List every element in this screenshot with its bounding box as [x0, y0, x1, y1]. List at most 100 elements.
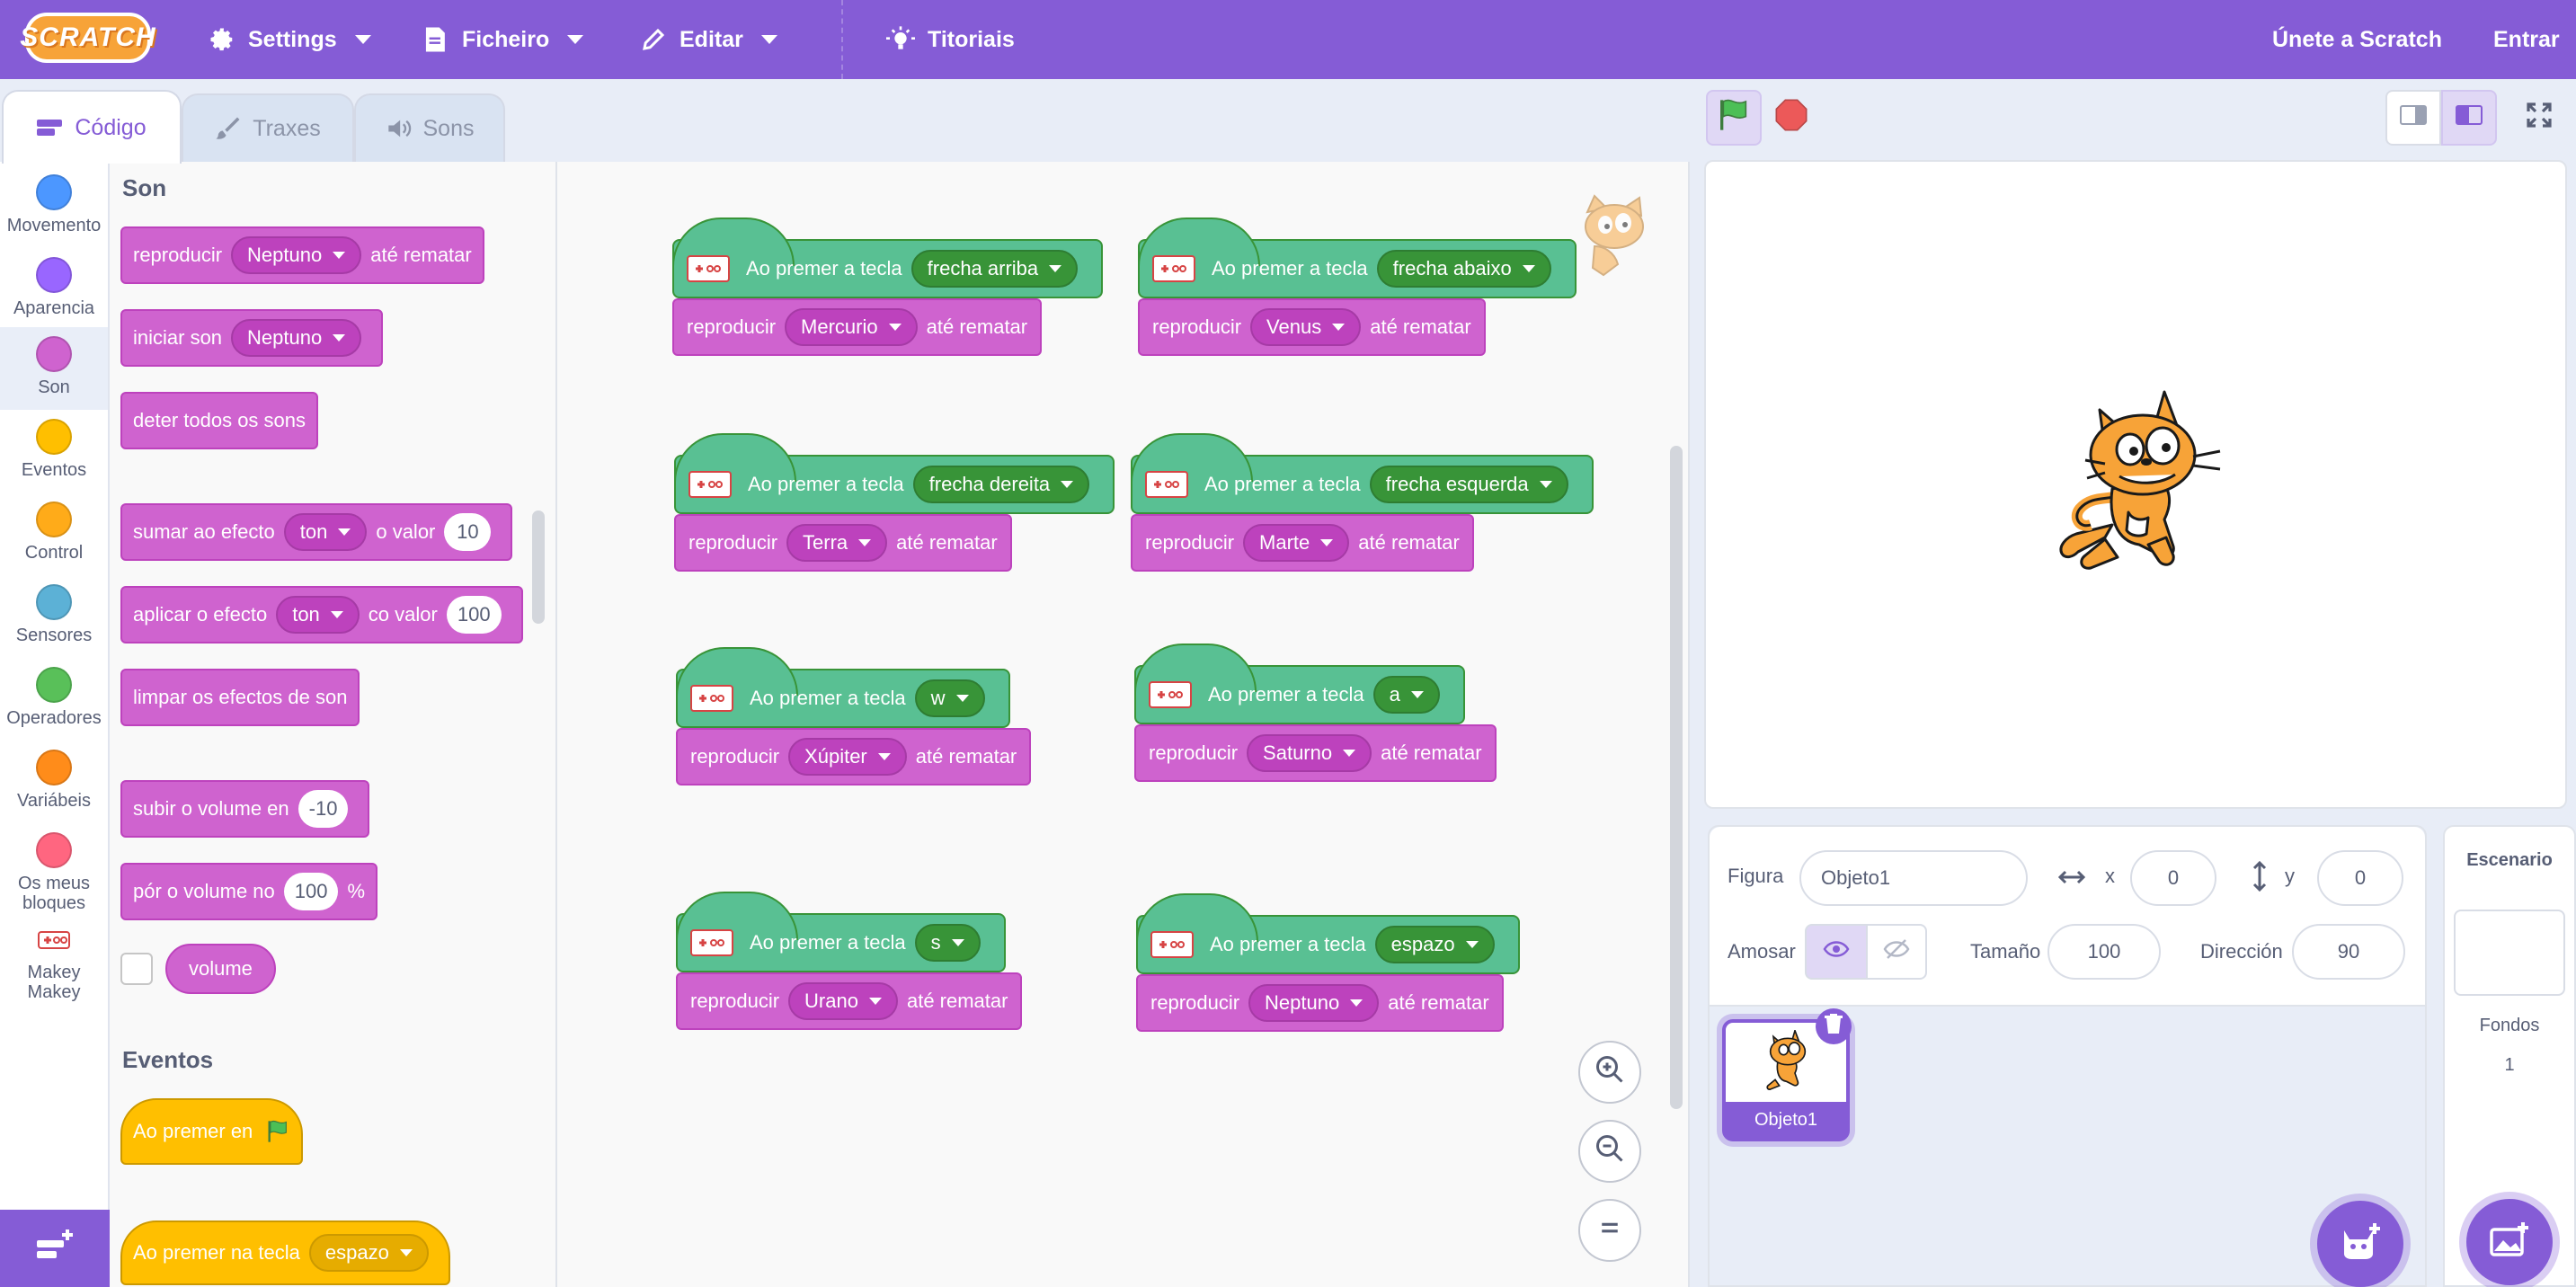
settings-menu[interactable]: Settings	[209, 0, 371, 79]
category-makey-makey[interactable]: Makey Makey	[0, 922, 108, 1012]
sound-dropdown[interactable]: Venus	[1250, 308, 1362, 346]
palette-scrollbar[interactable]	[532, 510, 545, 624]
file-menu[interactable]: Ficheiro	[422, 0, 584, 79]
play-until-done-block[interactable]: reproducir Xúpiter até rematar	[676, 728, 1032, 786]
zoom-out-button[interactable]	[1578, 1120, 1641, 1183]
backdrop-thumbnail[interactable]	[2454, 910, 2565, 996]
tab-code[interactable]: Código	[2, 90, 182, 164]
effect-dropdown[interactable]: ton	[283, 513, 368, 551]
scratch-logo[interactable]: SCRATCH	[20, 13, 155, 63]
sound-dropdown[interactable]: Neptuno	[1248, 984, 1380, 1022]
block-volume-reporter[interactable]: volume	[165, 944, 276, 994]
delete-sprite-button[interactable]	[1816, 1008, 1852, 1044]
when-key-pressed-hat[interactable]: Ao premer a tecla frecha esquerda	[1131, 433, 1594, 514]
category-events[interactable]: Eventos	[0, 410, 108, 493]
block-set-volume[interactable]: pór o volume no 100 %	[120, 863, 378, 920]
when-key-pressed-hat[interactable]: Ao premer a tecla frecha abaixo	[1138, 217, 1577, 298]
edit-menu[interactable]: Editar	[640, 0, 777, 79]
block-text: reproducir	[1149, 741, 1239, 764]
category-variables[interactable]: Variábeis	[0, 741, 108, 823]
key-dropdown[interactable]: a	[1372, 676, 1440, 714]
direction-input[interactable]: 90	[2292, 924, 2405, 980]
effect-value-input[interactable]: 10	[444, 513, 492, 551]
x-input[interactable]: 0	[2130, 850, 2216, 906]
key-dropdown[interactable]: frecha arriba	[910, 250, 1079, 288]
stop-button[interactable]	[1763, 90, 1819, 146]
when-key-pressed-hat[interactable]: Ao premer a tecla frecha dereita	[674, 433, 1115, 514]
sprite-name-input[interactable]: Objeto1	[1799, 850, 2028, 906]
green-flag-button[interactable]	[1706, 90, 1762, 146]
category-operators[interactable]: Operadores	[0, 658, 108, 741]
key-dropdown[interactable]: frecha dereita	[912, 466, 1090, 503]
when-key-pressed-hat[interactable]: Ao premer a tecla frecha arriba	[672, 217, 1104, 298]
category-motion[interactable]: Movemento	[0, 165, 108, 248]
play-until-done-block[interactable]: reproducir Venus até rematar	[1138, 298, 1486, 356]
sound-dropdown[interactable]: Terra	[786, 524, 888, 562]
volume-change-input[interactable]: -10	[298, 790, 349, 828]
key-dropdown[interactable]: espazo	[1374, 926, 1495, 963]
stage-selector[interactable]: Escenario Fondos 1	[2443, 825, 2576, 1287]
choose-sprite-button[interactable]	[2317, 1201, 2403, 1287]
key-dropdown[interactable]: frecha esquerda	[1369, 466, 1568, 503]
volume-monitor-checkbox[interactable]	[120, 953, 153, 985]
block-play-until-done[interactable]: reproducir Neptuno até rematar	[120, 226, 484, 284]
block-change-volume[interactable]: subir o volume en -10	[120, 780, 370, 838]
category-sensing[interactable]: Sensores	[0, 575, 108, 658]
block-when-key-pressed[interactable]: Ao premer na tecla espazo	[120, 1220, 450, 1285]
size-input[interactable]: 100	[2047, 924, 2161, 980]
block-change-effect[interactable]: sumar ao efecto ton o valor 10	[120, 503, 513, 561]
block-set-effect[interactable]: aplicar o efecto ton co valor 100	[120, 586, 523, 644]
y-input[interactable]: 0	[2317, 850, 2403, 906]
stage-canvas[interactable]	[1704, 160, 2567, 809]
key-dropdown[interactable]: frecha abaixo	[1376, 250, 1551, 288]
key-dropdown[interactable]: w	[914, 679, 985, 717]
when-key-pressed-hat[interactable]: Ao premer a tecla a	[1134, 644, 1465, 724]
choose-backdrop-button[interactable]	[2466, 1199, 2553, 1285]
play-until-done-block[interactable]: reproducir Urano até rematar	[676, 972, 1023, 1030]
large-stage-button[interactable]	[2441, 90, 2497, 146]
script-area[interactable]: Ao premer a tecla frecha arriba reproduci…	[557, 162, 1690, 1287]
sign-in-link[interactable]: Entrar	[2493, 0, 2560, 79]
effect-dropdown[interactable]: ton	[276, 596, 360, 634]
play-until-done-block[interactable]: reproducir Marte até rematar	[1131, 514, 1474, 572]
category-control[interactable]: Control	[0, 493, 108, 575]
category-my-blocks[interactable]: Os meus bloques	[0, 823, 108, 913]
script-area-scrollbar[interactable]	[1670, 446, 1683, 1109]
block-start-sound[interactable]: iniciar son Neptuno	[120, 309, 384, 367]
block-clear-effects[interactable]: limpar os efectos de son	[120, 669, 360, 726]
category-sound[interactable]: Son	[0, 327, 108, 410]
key-dropdown[interactable]: espazo	[308, 1234, 429, 1272]
tab-sounds[interactable]: Sons	[354, 93, 505, 162]
sound-dropdown[interactable]: Mercurio	[785, 308, 918, 346]
show-hidden-button[interactable]	[1866, 924, 1927, 980]
block-when-flag-clicked[interactable]: Ao premer en	[120, 1098, 304, 1165]
category-looks[interactable]: Aparencia	[0, 248, 108, 331]
sound-dropdown[interactable]: Xúpiter	[788, 738, 907, 776]
key-dropdown[interactable]: s	[914, 924, 981, 962]
cat-sprite[interactable]	[2049, 390, 2225, 584]
tab-costumes[interactable]: Traxes	[182, 93, 354, 162]
sound-dropdown[interactable]: Marte	[1243, 524, 1350, 562]
when-key-pressed-hat[interactable]: Ao premer a tecla s	[676, 892, 1006, 972]
play-until-done-block[interactable]: reproducir Neptuno até rematar	[1136, 974, 1504, 1032]
play-until-done-block[interactable]: reproducir Saturno até rematar	[1134, 724, 1497, 782]
play-until-done-block[interactable]: reproducir Terra até rematar	[674, 514, 1012, 572]
join-scratch-link[interactable]: Únete a Scratch	[2272, 0, 2442, 79]
play-until-done-block[interactable]: reproducir Mercurio até rematar	[672, 298, 1043, 356]
sound-dropdown[interactable]: Neptuno	[231, 236, 362, 274]
when-key-pressed-hat[interactable]: Ao premer a tecla espazo	[1136, 893, 1520, 974]
block-stop-all-sounds[interactable]: deter todos os sons	[120, 392, 319, 449]
sound-dropdown[interactable]: Neptuno	[231, 319, 362, 357]
show-visible-button[interactable]	[1805, 924, 1868, 980]
tutorials-button[interactable]: Titoriais	[886, 0, 1015, 79]
fullscreen-button[interactable]	[2511, 90, 2567, 146]
sound-dropdown[interactable]: Urano	[788, 982, 898, 1020]
sound-dropdown[interactable]: Saturno	[1247, 734, 1372, 772]
effect-value-input[interactable]: 100	[446, 596, 502, 634]
when-key-pressed-hat[interactable]: Ao premer a tecla w	[676, 647, 1010, 728]
zoom-reset-button[interactable]	[1578, 1199, 1641, 1262]
zoom-in-button[interactable]	[1578, 1041, 1641, 1104]
add-extension-button[interactable]	[0, 1210, 110, 1287]
small-stage-button[interactable]	[2385, 90, 2441, 146]
volume-set-input[interactable]: 100	[283, 873, 339, 910]
